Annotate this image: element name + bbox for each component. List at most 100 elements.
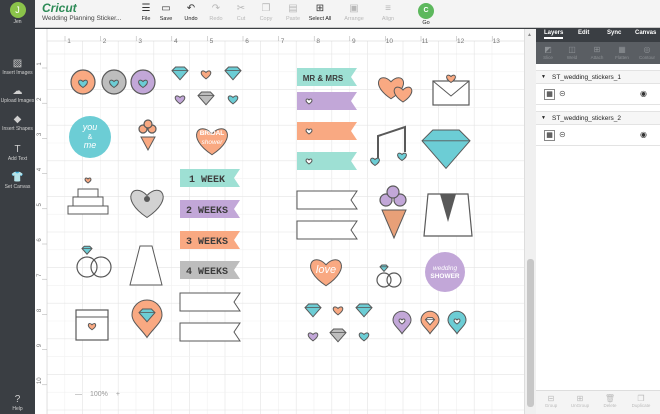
flower-icon [143, 119, 153, 129]
copy-button[interactable]: ❐ Copy [251, 3, 281, 22]
shirt-icon: 👕 [11, 172, 24, 183]
go-label: Go [422, 20, 430, 26]
weld-icon: ◫ [568, 45, 576, 54]
sidebar-item-add-text[interactable]: T Add Text [0, 144, 35, 162]
image-icon: ▨ [12, 58, 23, 69]
group-icon: ⊟ [547, 394, 555, 403]
sticker-text: me [84, 140, 97, 150]
duplicate-button[interactable]: ❐ Duplicate [629, 394, 653, 408]
design-canvas[interactable]: 1 2 3 4 5 6 7 8 9 10 11 12 13 1 2 3 4 5 6 7 8 9 10 you & me BRIDAL… [35, 29, 524, 414]
sticker-text: BRIDAL [200, 130, 225, 137]
tab-sync[interactable]: Sync [607, 30, 621, 36]
left-sidebar: J Jen ▨ Insert Images ☁ Upload Images ◆ Inser… [0, 0, 35, 414]
mr-mrs-label: MR & MRS [303, 74, 344, 83]
cake-tier [72, 196, 104, 207]
ruler-label: 7 [281, 38, 285, 45]
flatten-icon: ▦ [618, 45, 626, 54]
user-name: Jen [13, 19, 22, 25]
ruler-label: 6 [245, 38, 249, 45]
canvas-drawing[interactable]: 1 2 3 4 5 6 7 8 9 10 11 12 1312345678910you&meBRIDAL… [35, 29, 524, 414]
ruler-label: 13 [493, 38, 501, 45]
blank-banner [296, 220, 358, 240]
layers-panel: Layers Edit Sync Canvas ◩ Slice ◫ Weld ⊞ At… [536, 28, 660, 414]
zoom-value: 100% [89, 391, 108, 398]
select-all-button[interactable]: ⊞ Select All [305, 3, 335, 22]
delete-button[interactable]: 🗑 Delete [598, 394, 622, 408]
slice-icon: ◩ [544, 45, 552, 54]
tab-edit[interactable]: Edit [578, 30, 589, 36]
layer-row[interactable]: ▦ ⊝ ◉ [536, 126, 660, 146]
week-label: 4 WEEKS [186, 267, 228, 278]
top-toolbar: Cricut Wedding Planning Sticker... ☰ File… [0, 0, 660, 28]
ruler-label: 2 [103, 38, 107, 45]
eye-icon[interactable]: ◉ [640, 89, 647, 98]
horizontal-ruler [35, 29, 524, 41]
blank-banner [179, 322, 241, 342]
tab-layers[interactable]: Layers [544, 30, 564, 39]
flatten-button[interactable]: ▦ Flatten [610, 44, 634, 60]
flower-icon [386, 185, 400, 199]
wedding-shower-badge [425, 252, 465, 292]
contour-button[interactable]: ◎ Contour [635, 44, 659, 60]
sidebar-item-upload-images[interactable]: ☁ Upload Images [0, 86, 35, 104]
scrollbar-thumb[interactable] [527, 259, 534, 407]
zoom-in-button[interactable]: + [116, 391, 120, 398]
layer-group-name: ST_wedding_stickers_2 [552, 115, 622, 122]
layer-type-icon: ⊝ [559, 130, 566, 139]
ruler-label: 3 [138, 38, 142, 45]
sticker-text: SHOWER [430, 273, 460, 280]
sticker-text: you [82, 122, 98, 132]
ruler-label: 10 [37, 377, 43, 384]
panel-tools: ◩ Slice ◫ Weld ⊞ Attach ▦ Flatten ◎ Contour [536, 42, 660, 64]
weld-button[interactable]: ◫ Weld [560, 44, 584, 60]
attach-button[interactable]: ⊞ Attach [585, 44, 609, 60]
layer-group-header[interactable]: ▼ ST_wedding_stickers_1 [536, 70, 660, 84]
sticker-text: love [316, 264, 336, 276]
zoom-out-button[interactable]: — [75, 391, 82, 398]
collapse-caret-icon[interactable]: ▼ [541, 115, 546, 121]
layer-group-name: ST_wedding_stickers_1 [552, 74, 622, 81]
ruler-label: 8 [316, 38, 320, 45]
layer-group-header[interactable]: ▼ ST_wedding_stickers_2 [536, 111, 660, 125]
group-button[interactable]: ⊟ Group [539, 394, 563, 408]
arrange-icon: ▣ [349, 3, 359, 14]
ungroup-button[interactable]: ⊞ UnGroup [568, 394, 592, 408]
arrange-button[interactable]: ▣ Arrange [339, 3, 369, 22]
layer-thumbnail: ▦ [544, 130, 555, 141]
zoom-control: — 100% + [75, 391, 126, 398]
collapse-caret-icon[interactable]: ▼ [541, 74, 546, 80]
trash-icon: 🗑 [604, 394, 616, 403]
ruler-label: 9 [352, 38, 356, 45]
sidebar-item-insert-shapes[interactable]: ◆ Insert Shapes [0, 114, 35, 132]
ruler-label: 12 [457, 38, 465, 45]
project-title[interactable]: Wedding Planning Sticker... [42, 15, 121, 22]
eye-icon[interactable]: ◉ [640, 130, 647, 139]
paste-button[interactable]: ▤ Paste [278, 3, 308, 22]
attach-icon: ⊞ [593, 45, 601, 54]
cloud-upload-icon: ☁ [12, 86, 23, 97]
week-label: 2 WEEKS [186, 206, 228, 217]
sidebar-item-help[interactable]: ? Help [0, 394, 35, 412]
scroll-up-icon[interactable]: ▲ [527, 32, 532, 38]
keyhole-icon [144, 196, 150, 202]
align-icon: ≡ [385, 3, 391, 14]
sidebar-item-insert-images[interactable]: ▨ Insert Images [0, 58, 35, 76]
love-letter-icon [432, 80, 470, 106]
vertical-scrollbar[interactable]: ▲ [524, 29, 536, 414]
sticker-text: shower [202, 139, 224, 146]
select-all-icon: ⊞ [315, 3, 325, 14]
align-button[interactable]: ≡ Align [373, 3, 403, 22]
paste-icon: ▤ [288, 3, 298, 14]
go-button[interactable]: C [418, 3, 434, 19]
help-icon: ? [14, 394, 21, 405]
layer-row[interactable]: ▦ ⊝ ◉ [536, 85, 660, 105]
cricut-logo: Cricut [42, 1, 77, 15]
user-menu[interactable]: J Jen [3, 2, 32, 25]
ruler-label: 5 [210, 38, 214, 45]
sidebar-item-set-canvas[interactable]: 👕 Set Canvas [0, 172, 35, 190]
slice-button[interactable]: ◩ Slice [536, 44, 560, 60]
tab-canvas[interactable]: Canvas [635, 30, 656, 36]
ruler-label: 11 [422, 38, 429, 45]
ungroup-icon: ⊞ [576, 394, 584, 403]
wedding-cake-icon [77, 188, 99, 198]
